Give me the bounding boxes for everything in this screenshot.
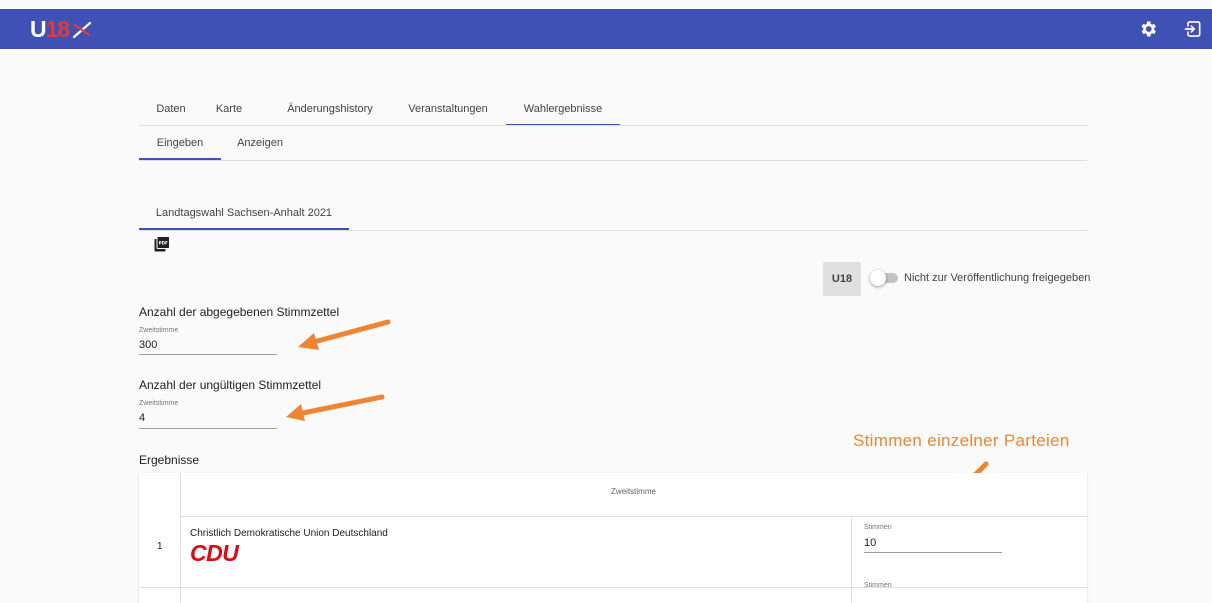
ballots-cast-title: Anzahl der abgegebenen Stimmzettel — [139, 305, 340, 319]
table-header-divider — [180, 516, 1087, 517]
party-name: Christlich Demokratische Union Deutschla… — [190, 528, 388, 539]
annotation-text: Stimmen einzelner Parteien — [853, 431, 1070, 450]
tab-veranstaltungen[interactable]: Veranstaltungen — [397, 94, 499, 124]
ballots-cast-input[interactable]: 300 — [139, 339, 157, 351]
ballots-invalid-underline — [139, 428, 277, 429]
subtab-anzeigen[interactable]: Anzeigen — [228, 128, 292, 158]
app-bar: U 18 — [0, 9, 1212, 49]
tab-karte[interactable]: Karte — [204, 94, 254, 124]
table-header-zweitstimme: Zweitstimme — [611, 487, 656, 496]
publish-toggle[interactable] — [870, 270, 898, 286]
exit-icon[interactable] — [1183, 19, 1203, 39]
u18-logo[interactable]: U 18 — [30, 16, 93, 42]
ballot-cross-icon — [73, 21, 92, 39]
publish-status-label: Nicht zur Veröffentlichung freigegeben — [904, 272, 1091, 284]
row-number: 1 — [157, 541, 163, 552]
tab-landtagswahl[interactable]: Landtagswahl Sachsen-Anhalt 2021 — [139, 198, 349, 230]
pdf-icon[interactable]: PDF — [154, 236, 170, 252]
ballots-cast-field-label: Zweitstimme — [139, 327, 179, 334]
ballots-invalid-field-label: Zweitstimme — [139, 400, 179, 407]
toggle-thumb — [870, 270, 886, 286]
logo-letter: U — [30, 15, 47, 42]
main-tabs-divider — [139, 125, 1087, 126]
votes-underline — [864, 552, 1002, 553]
votes-field-label: Stimmen — [864, 524, 892, 531]
votes-input[interactable]: 10 — [864, 537, 876, 549]
tab-daten[interactable]: Daten — [139, 94, 203, 124]
u18-badge: U18 — [823, 262, 861, 296]
gear-icon[interactable] — [1138, 19, 1158, 39]
ballots-cast-underline — [139, 354, 277, 355]
results-title: Ergebnisse — [139, 453, 200, 467]
tab-wahlergebnisse[interactable]: Wahlergebnisse — [506, 94, 620, 126]
subtab-eingeben[interactable]: Eingeben — [139, 128, 221, 160]
logo-number: 18 — [45, 15, 71, 42]
ballots-invalid-input[interactable]: 4 — [139, 412, 145, 424]
table-col-divider — [851, 516, 852, 603]
annotation-arrow-ballots-cast — [298, 319, 391, 350]
annotation-arrow-ballots-invalid — [286, 394, 385, 421]
subtabs-divider — [139, 160, 1087, 161]
cdu-logo: CDU — [190, 540, 239, 566]
svg-text:PDF: PDF — [159, 241, 168, 246]
tab-aenderungshistory[interactable]: Änderungshistory — [280, 94, 380, 124]
ballots-invalid-title: Anzahl der ungültigen Stimmzettel — [139, 378, 322, 392]
election-tabs-divider — [139, 230, 1087, 231]
